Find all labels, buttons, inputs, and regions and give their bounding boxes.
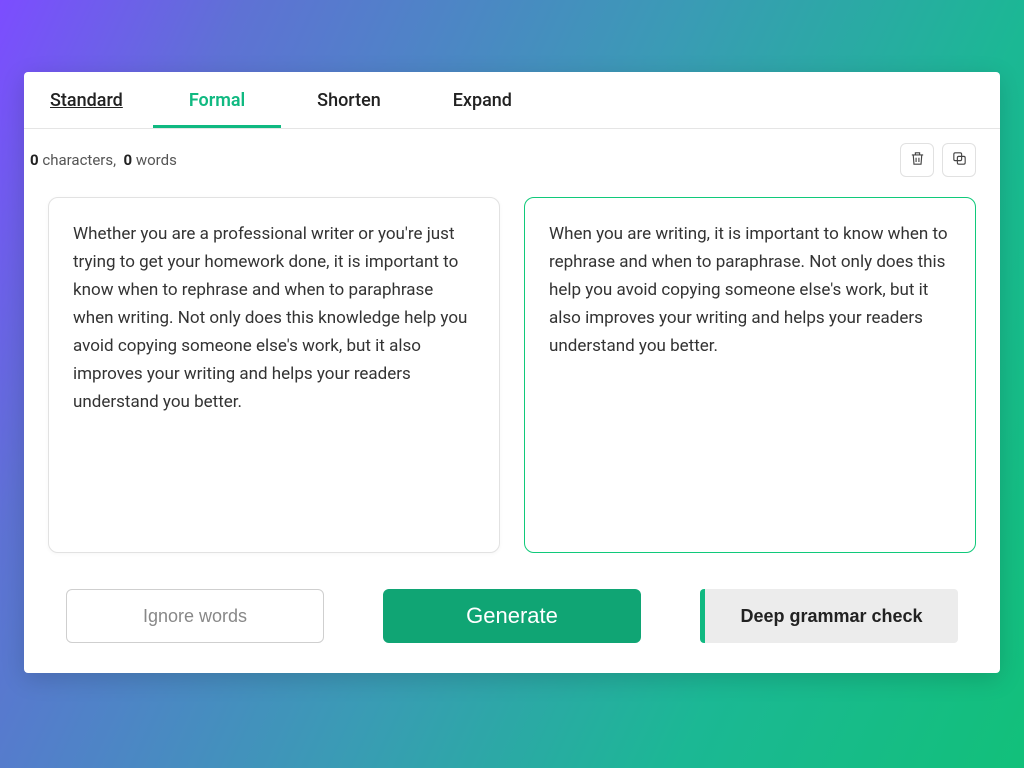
ignore-words-button[interactable]: Ignore words xyxy=(66,589,324,643)
char-count-label: characters, xyxy=(42,151,116,169)
generate-button[interactable]: Generate xyxy=(383,589,641,643)
deep-grammar-check-button[interactable]: Deep grammar check xyxy=(700,589,958,643)
copy-button[interactable] xyxy=(942,143,976,177)
input-pane[interactable]: Whether you are a professional writer or… xyxy=(48,197,500,553)
tab-shorten[interactable]: Shorten xyxy=(281,72,417,128)
icon-button-group xyxy=(900,143,976,177)
mode-tabs: Standard Formal Shorten Expand xyxy=(24,72,1000,129)
meta-row: 0 characters, 0 words xyxy=(24,129,1000,181)
tab-formal[interactable]: Formal xyxy=(153,72,281,128)
character-word-count: 0 characters, 0 words xyxy=(30,151,177,169)
word-count-label: words xyxy=(136,151,177,169)
word-count-value: 0 xyxy=(124,151,133,169)
action-row: Ignore words Generate Deep grammar check xyxy=(24,561,1000,673)
output-pane[interactable]: When you are writing, it is important to… xyxy=(524,197,976,553)
tab-expand[interactable]: Expand xyxy=(417,72,548,128)
paraphrase-tool-card: Standard Formal Shorten Expand 0 charact… xyxy=(24,72,1000,673)
trash-icon xyxy=(909,150,926,170)
tab-standard[interactable]: Standard xyxy=(50,72,153,128)
copy-icon xyxy=(951,150,968,170)
clear-button[interactable] xyxy=(900,143,934,177)
char-count-value: 0 xyxy=(30,151,39,169)
text-panes: Whether you are a professional writer or… xyxy=(24,181,1000,561)
